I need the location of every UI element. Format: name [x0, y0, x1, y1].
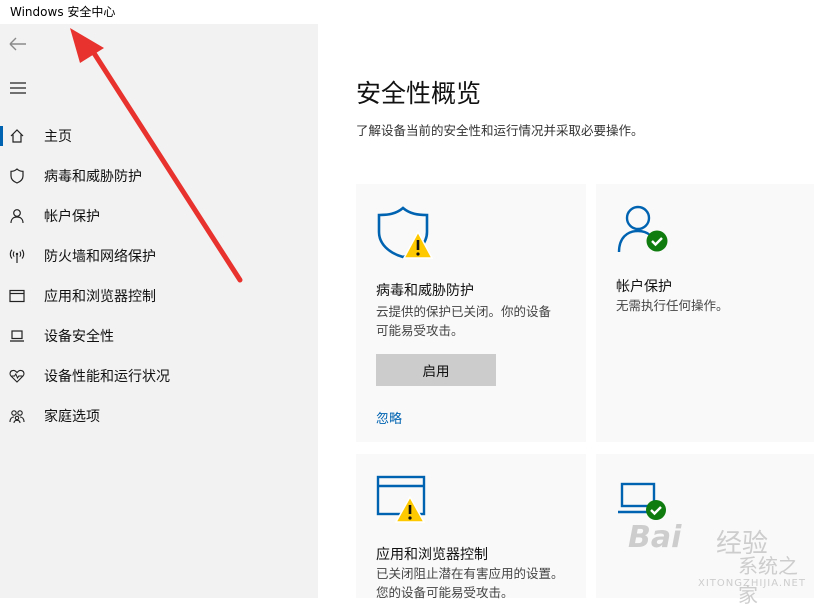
account-card-title: 帐户保护: [616, 279, 672, 295]
account-protection-card[interactable]: 帐户保护 无需执行任何操作。: [596, 184, 814, 442]
sidebar-item-label: 病毒和威胁防护: [44, 169, 142, 185]
window-title: Windows 安全中心: [10, 5, 116, 19]
app-browser-card[interactable]: 应用和浏览器控制 已关闭阻止潜在有害应用的设置。 您的设备可能易受攻击。: [356, 454, 586, 600]
sidebar-item-firewall[interactable]: 防火墙和网络保护: [0, 236, 318, 276]
virus-card-desc-line-1: 云提供的保护已关闭。你的设备: [376, 304, 552, 319]
wireless-antenna-icon: [8, 247, 26, 265]
ignore-link[interactable]: 忽略: [376, 408, 402, 427]
virus-card-desc-line-2: 可能易受攻击。: [376, 323, 464, 338]
heart-pulse-icon: [8, 367, 26, 385]
virus-card-title: 病毒和威胁防护: [376, 283, 474, 299]
sidebar-item-label: 设备安全性: [44, 329, 114, 345]
person-icon: [8, 207, 26, 225]
watermark-brand: Bai: [628, 520, 682, 555]
app-card-description: 已关闭阻止潜在有害应用的设置。 您的设备可能易受攻击。: [376, 564, 564, 602]
app-card-desc-line-1: 已关闭阻止潜在有害应用的设置。: [376, 566, 564, 581]
sidebar-item-label: 防火墙和网络保护: [44, 249, 156, 265]
account-card-description: 无需执行任何操作。: [616, 298, 729, 313]
laptop-icon: [8, 327, 26, 345]
menu-button[interactable]: [6, 76, 30, 100]
sidebar-item-device-health[interactable]: 设备性能和运行状况: [0, 356, 318, 396]
family-icon: [8, 407, 26, 425]
page-subtitle: 了解设备当前的安全性和运行情况并采取必要操作。: [356, 123, 644, 138]
person-ok-icon: [617, 205, 668, 253]
back-button[interactable]: [6, 32, 30, 56]
app-card-desc-line-2: 您的设备可能易受攻击。: [376, 585, 514, 600]
virus-card-description: 云提供的保护已关闭。你的设备 可能易受攻击。: [376, 302, 551, 340]
sidebar-item-label: 设备性能和运行状况: [44, 369, 170, 385]
app-card-title: 应用和浏览器控制: [376, 547, 488, 563]
laptop-ok-icon: [618, 482, 666, 520]
sidebar-item-label: 主页: [44, 129, 72, 145]
page-title: 安全性概览: [356, 79, 482, 108]
sidebar-item-family[interactable]: 家庭选项: [0, 396, 318, 436]
title-bar: Windows 安全中心: [0, 0, 814, 24]
sidebar-item-label: 家庭选项: [44, 409, 100, 425]
enable-button[interactable]: 启用: [376, 354, 496, 386]
shield-warning-icon: [377, 206, 434, 259]
home-icon: [8, 127, 26, 145]
shield-icon: [8, 167, 26, 185]
sidebar-item-label: 应用和浏览器控制: [44, 289, 156, 305]
sidebar-item-label: 帐户保护: [44, 209, 100, 225]
sidebar-item-account[interactable]: 帐户保护: [0, 196, 318, 236]
back-arrow-icon: [9, 37, 26, 51]
sidebar: 主页 病毒和威胁防护 帐户保护 防火墙和网络保护 应用和浏览器控制 设备安全性: [0, 24, 318, 598]
sidebar-item-virus-protection[interactable]: 病毒和威胁防护: [0, 156, 318, 196]
virus-protection-card[interactable]: 病毒和威胁防护 云提供的保护已关闭。你的设备 可能易受攻击。 启用 忽略: [356, 184, 586, 442]
app-window-icon: [8, 287, 26, 305]
main-content: 安全性概览 了解设备当前的安全性和运行情况并采取必要操作。 病毒和威胁防护 云提…: [318, 24, 814, 600]
sidebar-item-app-browser[interactable]: 应用和浏览器控制: [0, 276, 318, 316]
app-window-warning-icon: [376, 475, 426, 523]
watermark-site-url: XITONGZHIJIA.NET: [698, 578, 806, 589]
hamburger-menu-icon: [10, 82, 26, 94]
sidebar-item-home[interactable]: 主页: [0, 116, 318, 156]
sidebar-item-device-security[interactable]: 设备安全性: [0, 316, 318, 356]
